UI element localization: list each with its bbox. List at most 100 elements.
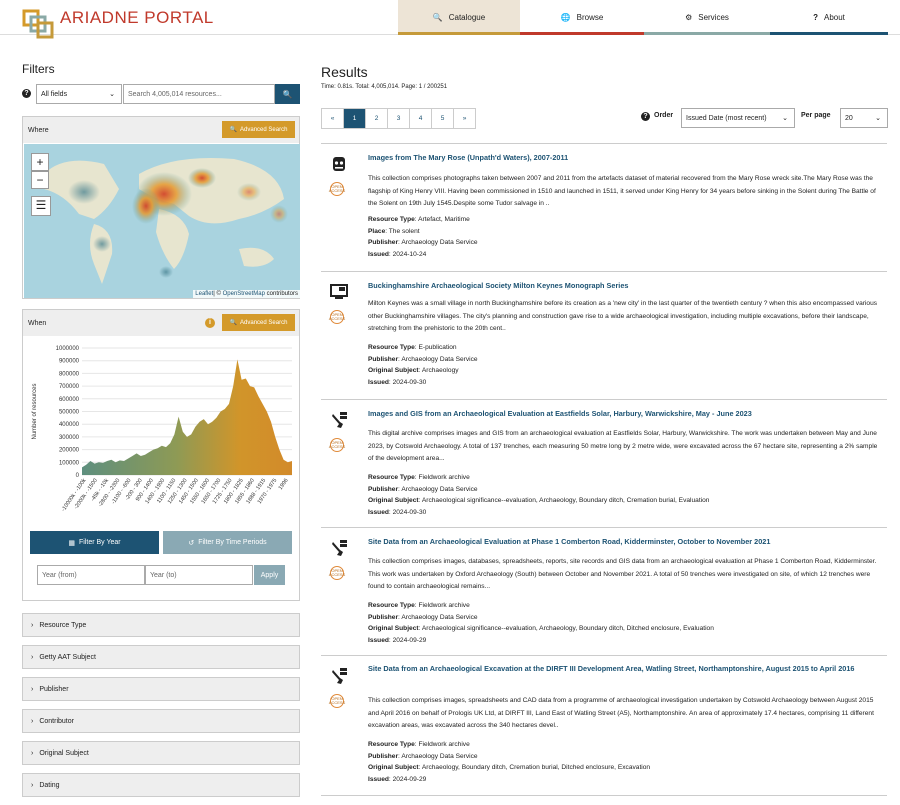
result-title[interactable]: Buckinghamshire Archaeological Society M… bbox=[368, 280, 873, 292]
accordion-publisher[interactable]: › Publisher bbox=[22, 677, 300, 701]
field-row: Resource Type: Fieldwork archive bbox=[368, 741, 470, 748]
apply-button[interactable]: Apply bbox=[254, 565, 285, 585]
layers-icon[interactable]: ☰ bbox=[31, 196, 51, 216]
nav-label: Catalogue bbox=[448, 13, 486, 22]
field-key: Place bbox=[368, 227, 386, 235]
ariadne-logo[interactable] bbox=[22, 9, 56, 41]
result-description: This collection comprises images, databa… bbox=[368, 558, 877, 590]
y-tick-label: 400000 bbox=[59, 422, 80, 428]
when-panel: When i 🔍 Advanced Search 1000000 900000 800… bbox=[22, 309, 300, 601]
year-from-input[interactable]: Year (from) bbox=[37, 565, 145, 585]
top-bar: ARIADNE PORTAL 🔍 Catalogue 🌐 Browse ⚙ Se… bbox=[0, 0, 900, 39]
field-value: Archaeology Data Service bbox=[401, 613, 478, 621]
info-icon[interactable]: i bbox=[205, 318, 215, 328]
osm-link[interactable]: OpenStreetMap bbox=[223, 291, 265, 297]
nav-services[interactable]: ⚙ Services bbox=[644, 0, 770, 35]
when-advanced-search-button[interactable]: 🔍 Advanced Search bbox=[222, 314, 295, 331]
result-fields: Resource Type: Artefact, Maritime Place:… bbox=[368, 214, 478, 260]
order-select[interactable]: Issued Date (most recent) ⌄ bbox=[681, 108, 795, 128]
page-5[interactable]: 5 bbox=[431, 108, 454, 129]
result-description: This collection comprises photographs ta… bbox=[368, 175, 876, 207]
field-key: Original Subject bbox=[368, 367, 419, 375]
area-series[interactable] bbox=[82, 359, 292, 475]
field-row: Original Subject: Archaeological signifi… bbox=[368, 497, 710, 505]
nav-label: Services bbox=[698, 13, 729, 22]
search-input[interactable]: Search 4,005,014 resources... bbox=[123, 84, 275, 104]
results-meta: Time: 0.81s. Total: 4,005,014. Page: 1 /… bbox=[321, 84, 448, 90]
perpage-select[interactable]: 20 ⌄ bbox=[840, 108, 888, 128]
chevron-down-icon: ⌄ bbox=[875, 115, 881, 122]
field-key: Resource Type bbox=[368, 741, 415, 748]
tab-filter-by-year[interactable]: ▦ Filter By Year bbox=[30, 531, 159, 554]
accordion-contributor[interactable]: › Contributor bbox=[22, 709, 300, 733]
page-2[interactable]: 2 bbox=[365, 108, 388, 129]
accordion-label: Getty AAT Subject bbox=[39, 653, 96, 661]
help-icon[interactable]: ? bbox=[22, 89, 31, 98]
result-item: OPEN ACCESS Site Data from an Archaeolog… bbox=[321, 527, 887, 655]
field-key: Issued bbox=[368, 378, 389, 386]
tab-filter-by-time-periods[interactable]: ↺ Filter By Time Periods bbox=[163, 531, 292, 554]
accordion-original-subject[interactable]: › Original Subject bbox=[22, 741, 300, 765]
field-value: 2024-10-24 bbox=[392, 250, 427, 258]
field-key: Publisher bbox=[368, 485, 399, 493]
brand-title[interactable]: ARIADNE PORTAL bbox=[60, 8, 214, 28]
page-1[interactable]: 1 bbox=[343, 108, 366, 129]
search-button[interactable]: 🔍 bbox=[275, 84, 300, 104]
zoom-in-button[interactable]: + bbox=[31, 153, 49, 171]
result-fields: Resource Type: Fieldwork archive Publish… bbox=[368, 472, 709, 518]
field-value: Fieldwork archive bbox=[418, 474, 470, 481]
accordion-label: Publisher bbox=[39, 685, 69, 693]
page-next[interactable]: » bbox=[453, 108, 476, 129]
perpage-label: Per page bbox=[801, 112, 831, 119]
field-key: Original Subject bbox=[368, 625, 419, 633]
field-select-value: All fields bbox=[41, 90, 68, 98]
field-key: Original Subject bbox=[368, 764, 419, 772]
calendar-icon: ▦ bbox=[68, 539, 75, 547]
accordion-getty-aat-subject[interactable]: › Getty AAT Subject bbox=[22, 645, 300, 669]
nav-about[interactable]: ? About bbox=[770, 0, 888, 35]
nav-browse[interactable]: 🌐 Browse bbox=[520, 0, 644, 35]
result-title[interactable]: Site Data from an Archaeological Evaluat… bbox=[368, 536, 873, 548]
field-row: Original Subject: Archaeological signifi… bbox=[368, 625, 714, 633]
leaflet-link[interactable]: Leaflet bbox=[195, 291, 213, 297]
accordion-resource-type[interactable]: › Resource Type bbox=[22, 613, 300, 637]
result-title[interactable]: Images from The Mary Rose (Unpath'd Wate… bbox=[368, 152, 873, 164]
result-item: OPEN ACCESS Images and GIS from an Archa… bbox=[321, 399, 887, 527]
page-4[interactable]: 4 bbox=[409, 108, 432, 129]
y-tick-label: 700000 bbox=[59, 384, 80, 390]
field-key: Publisher bbox=[368, 752, 399, 760]
result-title[interactable]: Images and GIS from an Archaeological Ev… bbox=[368, 408, 873, 420]
y-tick-label: 100000 bbox=[59, 460, 80, 466]
heat-east bbox=[188, 168, 216, 188]
accordion-label: Dating bbox=[39, 781, 60, 789]
placeholder: Year (from) bbox=[42, 571, 77, 579]
nav-catalogue[interactable]: 🔍 Catalogue bbox=[398, 0, 520, 35]
chevron-right-icon: › bbox=[31, 653, 34, 661]
y-tick-label: 500000 bbox=[59, 410, 80, 416]
zoom-out-button[interactable]: − bbox=[31, 171, 49, 189]
accordion-label: Resource Type bbox=[39, 621, 87, 629]
search-icon: 🔍 bbox=[229, 127, 238, 133]
y-tick-label: 0 bbox=[76, 473, 80, 479]
divider bbox=[321, 795, 887, 796]
heat-asia bbox=[237, 183, 261, 201]
year-to-input[interactable]: Year (to) bbox=[145, 565, 253, 585]
field-select[interactable]: All fields ⌄ bbox=[36, 84, 122, 104]
nav-label: Browse bbox=[576, 13, 604, 22]
accordion-dating[interactable]: › Dating bbox=[22, 773, 300, 797]
field-row: Resource Type: E-publication bbox=[368, 344, 457, 351]
where-advanced-search-button[interactable]: 🔍 Advanced Search bbox=[222, 121, 295, 138]
fieldwork-icon bbox=[332, 412, 347, 428]
result-title[interactable]: Site Data from an Archaeological Excavat… bbox=[368, 663, 873, 675]
field-value: Fieldwork archive bbox=[418, 602, 470, 609]
y-tick-label: 600000 bbox=[59, 397, 80, 403]
time-chart[interactable]: 1000000900000800000700000600000500000400… bbox=[24, 340, 300, 530]
field-value: Archaeology, Boundary ditch, Cremation b… bbox=[421, 764, 651, 772]
field-key: Publisher bbox=[368, 239, 399, 247]
order-help-icon[interactable]: ? bbox=[641, 112, 650, 121]
page-3[interactable]: 3 bbox=[387, 108, 410, 129]
map[interactable]: + − ☰ Leaflet| © OpenStreetMap contribut… bbox=[24, 144, 300, 298]
page-prev[interactable]: « bbox=[321, 108, 344, 129]
field-value: 2024-09-30 bbox=[392, 508, 427, 516]
image-icon bbox=[333, 157, 345, 171]
